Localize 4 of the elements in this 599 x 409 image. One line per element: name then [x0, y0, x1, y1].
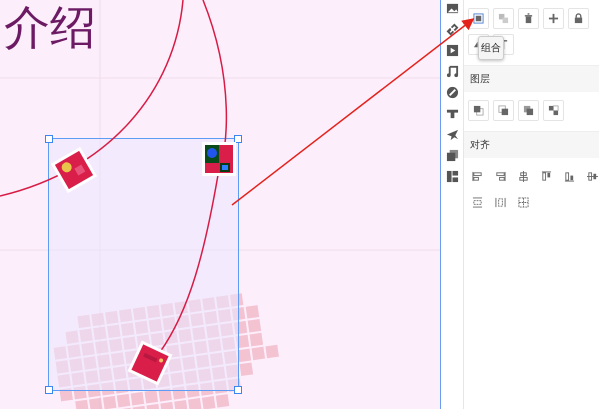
tooltip: 组合 — [478, 36, 504, 60]
section-title: 对齐 — [464, 131, 599, 158]
section-title: 图层 — [464, 65, 599, 92]
canvas-heading: 介绍 — [4, 0, 96, 56]
